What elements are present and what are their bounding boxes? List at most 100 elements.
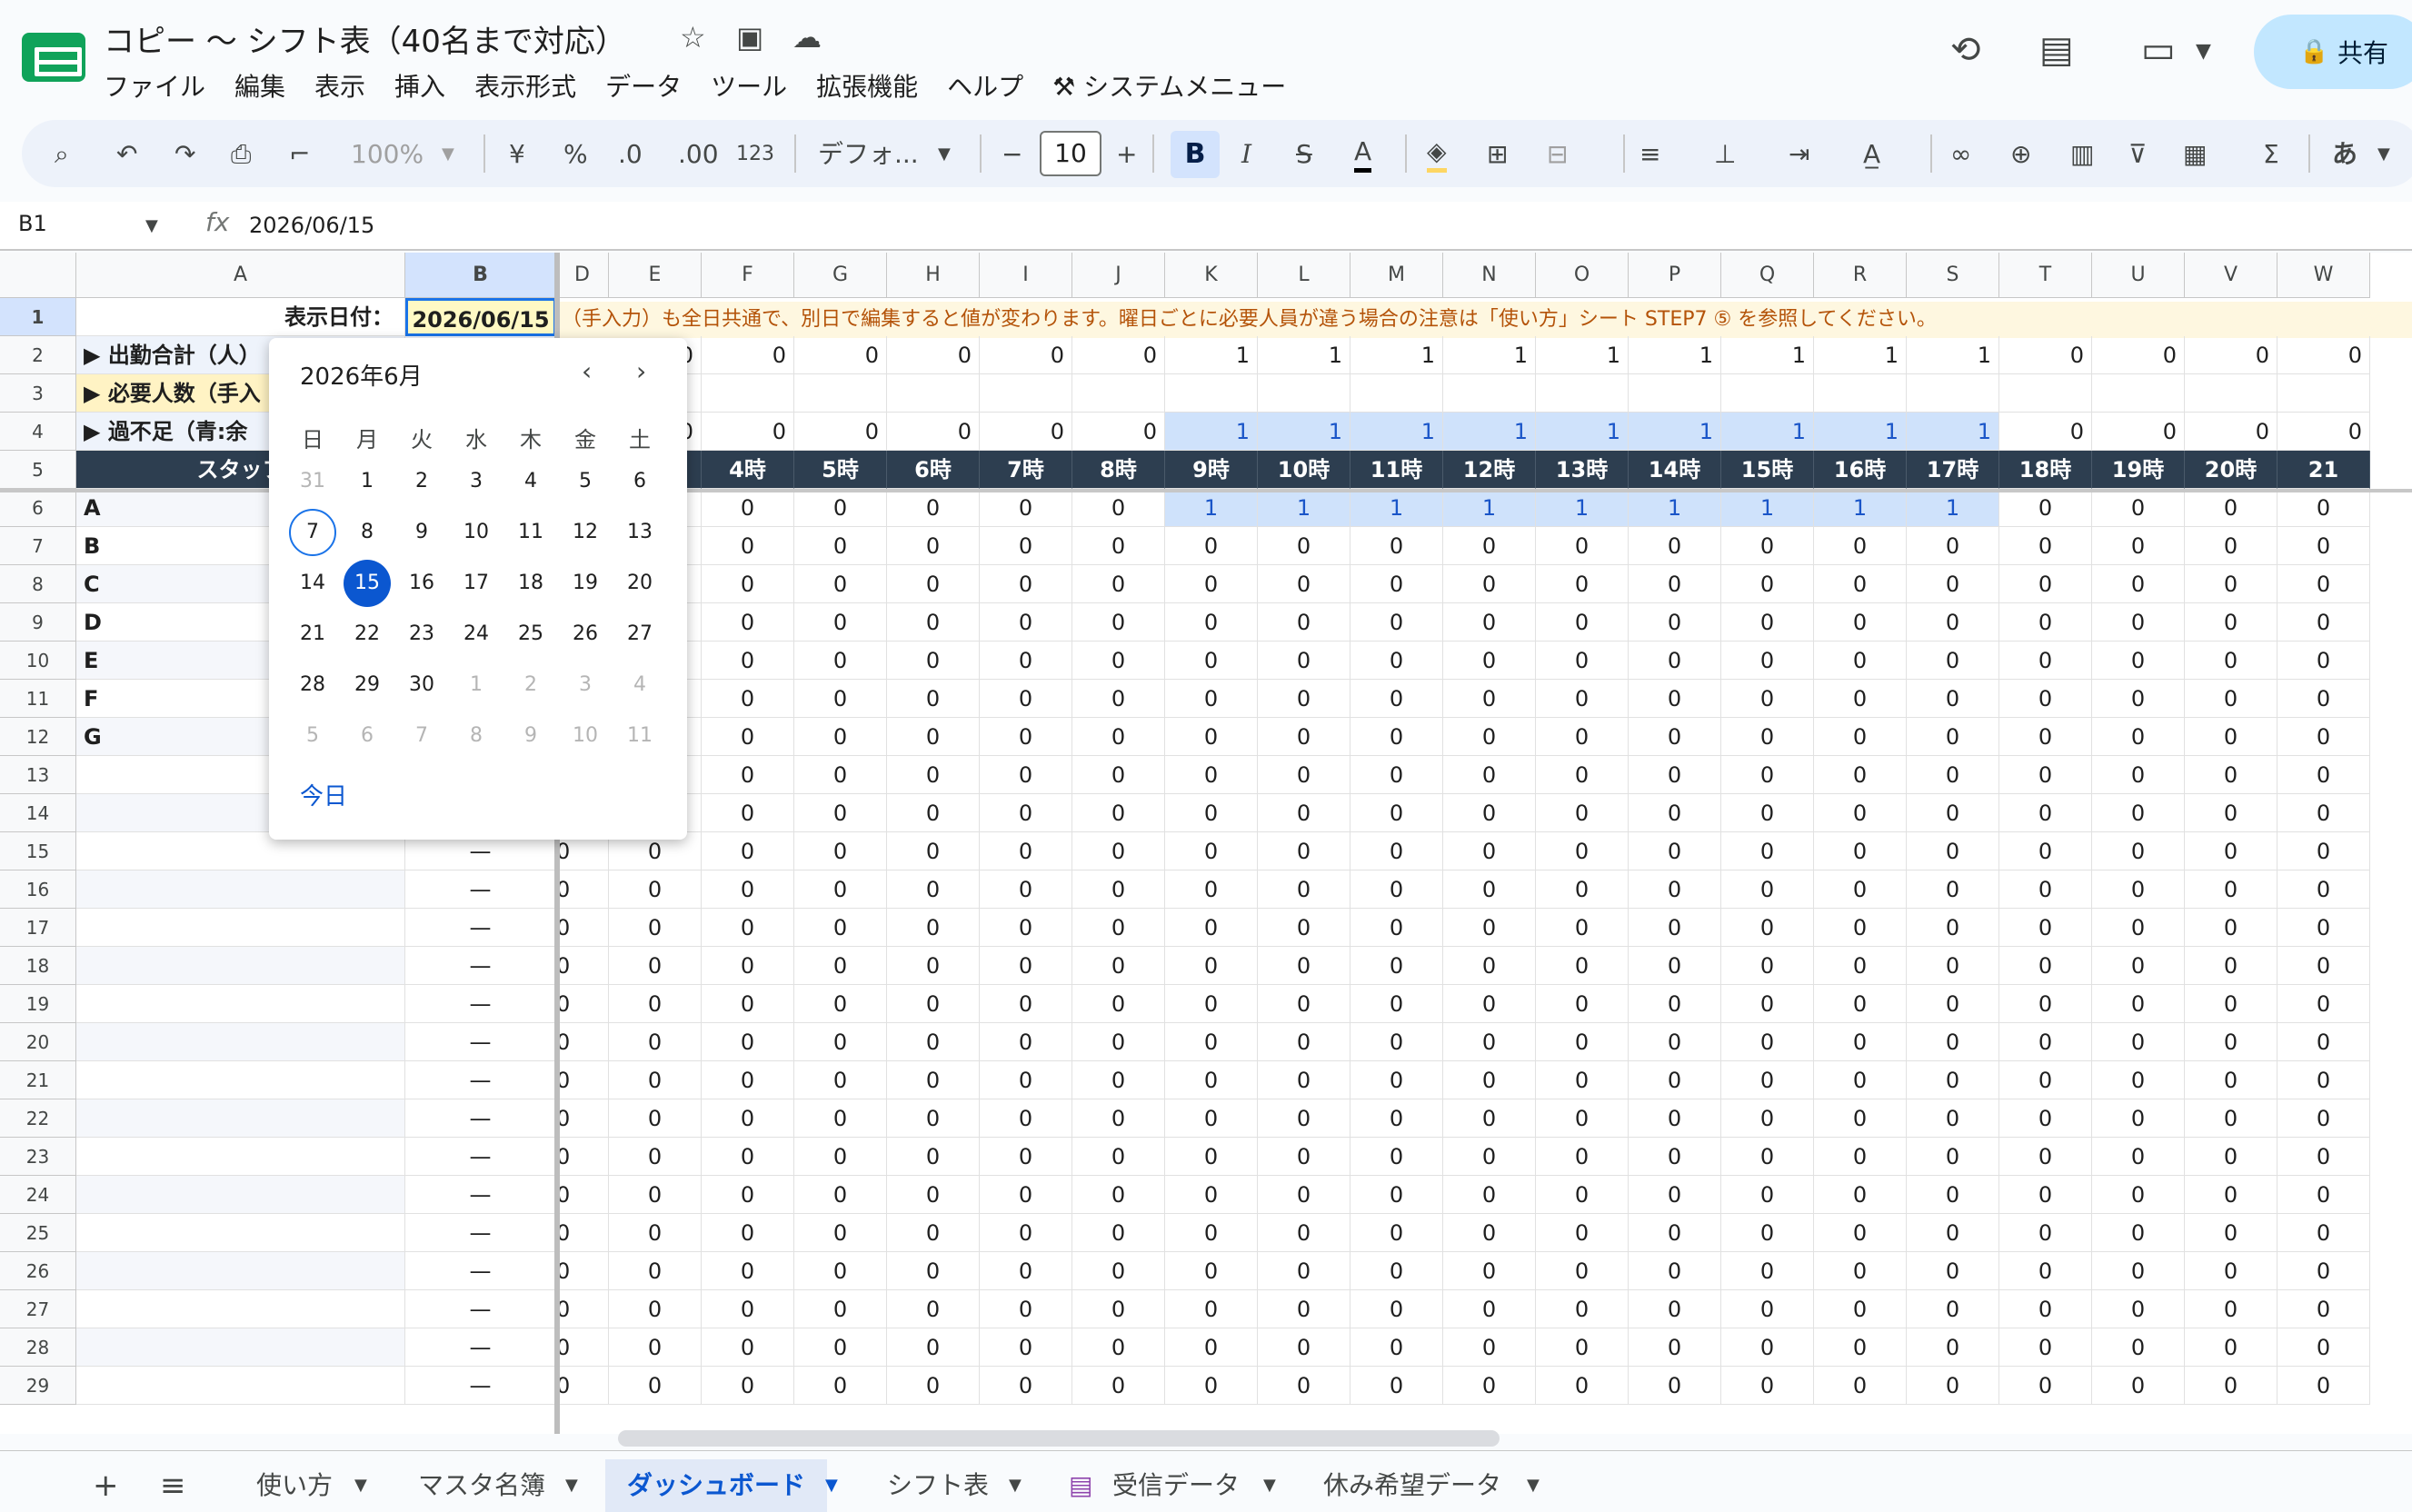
- hour-cell[interactable]: 0: [980, 642, 1072, 680]
- hour-cell[interactable]: 0: [2185, 1061, 2277, 1099]
- hour-cell[interactable]: 0: [556, 947, 609, 985]
- row-header-7[interactable]: 7: [0, 527, 76, 565]
- hour-cell[interactable]: 0: [1999, 794, 2092, 832]
- hour-cell[interactable]: 0: [1536, 527, 1629, 565]
- hour-cell[interactable]: 0: [609, 1023, 702, 1061]
- hour-cell[interactable]: 0: [887, 756, 980, 794]
- hour-cell[interactable]: 0: [2185, 985, 2277, 1023]
- hour-cell[interactable]: 0: [1907, 909, 1999, 947]
- hour-cell[interactable]: 0: [702, 794, 794, 832]
- hour-cell[interactable]: 1: [1814, 489, 1907, 527]
- hour-cell[interactable]: 0: [2277, 527, 2370, 565]
- calendar-day[interactable]: 9: [507, 712, 554, 760]
- star-icon[interactable]: ☆: [680, 20, 706, 55]
- hour-cell[interactable]: 0: [1258, 642, 1351, 680]
- hour-cell[interactable]: 0: [1721, 1061, 1814, 1099]
- hour-cell[interactable]: 0: [1629, 909, 1721, 947]
- hour-cell[interactable]: 0: [887, 1328, 980, 1367]
- hour-cell[interactable]: 1: [1536, 489, 1629, 527]
- hour-cell[interactable]: 0: [1999, 565, 2092, 603]
- merge-cells-icon[interactable]: ⊟: [1547, 136, 1568, 173]
- hour-cell[interactable]: 0: [2277, 565, 2370, 603]
- hour-cell[interactable]: 0: [2185, 527, 2277, 565]
- hour-cell[interactable]: 0: [556, 1290, 609, 1328]
- hour-cell[interactable]: 0: [1351, 909, 1443, 947]
- hour-cell[interactable]: 0: [2185, 642, 2277, 680]
- hour-cell[interactable]: 0: [2185, 832, 2277, 870]
- staff-name[interactable]: [76, 1023, 405, 1061]
- hour-cell[interactable]: 0: [702, 947, 794, 985]
- hour-cell[interactable]: 0: [609, 1138, 702, 1176]
- hour-cell[interactable]: 0: [2277, 1061, 2370, 1099]
- hour-header[interactable]: 18時: [1999, 451, 2092, 489]
- total-cell[interactable]: 0: [1072, 336, 1165, 374]
- row-header-19[interactable]: 19: [0, 985, 76, 1023]
- hour-cell[interactable]: 0: [2185, 1023, 2277, 1061]
- hour-cell[interactable]: 0: [1165, 1138, 1258, 1176]
- hour-cell[interactable]: 0: [1165, 642, 1258, 680]
- hour-cell[interactable]: 0: [1907, 642, 1999, 680]
- hour-cell[interactable]: 0: [1072, 756, 1165, 794]
- hour-cell[interactable]: 0: [2277, 1367, 2370, 1405]
- hour-cell[interactable]: 0: [1907, 1290, 1999, 1328]
- hour-cell[interactable]: 0: [2185, 794, 2277, 832]
- chevron-down-icon[interactable]: ▼: [565, 1459, 578, 1512]
- hour-cell[interactable]: 0: [1258, 527, 1351, 565]
- hour-cell[interactable]: 0: [702, 1252, 794, 1290]
- hour-cell[interactable]: 0: [2277, 985, 2370, 1023]
- row-header-20[interactable]: 20: [0, 1023, 76, 1061]
- hour-cell[interactable]: 0: [1165, 756, 1258, 794]
- hour-cell[interactable]: 0: [1351, 1138, 1443, 1176]
- hour-cell[interactable]: 0: [980, 1214, 1072, 1252]
- hour-cell[interactable]: 0: [1351, 870, 1443, 909]
- row-header-15[interactable]: 15: [0, 832, 76, 870]
- hour-cell[interactable]: 0: [1536, 680, 1629, 718]
- hour-cell[interactable]: 0: [1907, 794, 1999, 832]
- hour-cell[interactable]: 0: [2185, 870, 2277, 909]
- hour-cell[interactable]: 0: [702, 832, 794, 870]
- hour-cell[interactable]: 0: [1443, 794, 1536, 832]
- hour-cell[interactable]: 0: [794, 1138, 887, 1176]
- hour-cell[interactable]: 0: [1907, 1328, 1999, 1367]
- hour-cell[interactable]: 0: [1629, 1290, 1721, 1328]
- hour-cell[interactable]: 0: [609, 1328, 702, 1367]
- undo-icon[interactable]: ↶: [116, 136, 137, 173]
- hour-cell[interactable]: 0: [1536, 603, 1629, 642]
- hour-cell[interactable]: 0: [556, 1099, 609, 1138]
- hour-header[interactable]: 17時: [1907, 451, 1999, 489]
- hour-cell[interactable]: 0: [1629, 1138, 1721, 1176]
- hour-cell[interactable]: 0: [1999, 1290, 2092, 1328]
- hour-cell[interactable]: 0: [1999, 1214, 2092, 1252]
- hour-cell[interactable]: 0: [1721, 947, 1814, 985]
- hour-cell[interactable]: 0: [1351, 642, 1443, 680]
- calendar-day[interactable]: 2: [398, 458, 445, 505]
- hour-header[interactable]: 21: [2277, 451, 2370, 489]
- total-cell[interactable]: 0: [1999, 336, 2092, 374]
- formula-input[interactable]: 2026/06/15: [249, 213, 374, 238]
- hour-cell[interactable]: 0: [1629, 642, 1721, 680]
- required-cell[interactable]: [1907, 374, 1999, 413]
- hour-cell[interactable]: 1: [1907, 489, 1999, 527]
- hour-cell[interactable]: 0: [2092, 1214, 2185, 1252]
- hour-cell[interactable]: 1: [1443, 489, 1536, 527]
- hour-cell[interactable]: 0: [2185, 947, 2277, 985]
- calendar-day[interactable]: 2: [507, 662, 554, 709]
- diff-cell[interactable]: 1: [1351, 413, 1443, 451]
- hour-cell[interactable]: 0: [702, 909, 794, 947]
- row-header-17[interactable]: 17: [0, 909, 76, 947]
- hour-cell[interactable]: 0: [702, 1138, 794, 1176]
- hour-cell[interactable]: 0: [1721, 680, 1814, 718]
- hour-cell[interactable]: 0: [1907, 1138, 1999, 1176]
- total-cell[interactable]: 1: [1629, 336, 1721, 374]
- hour-cell[interactable]: 0: [794, 718, 887, 756]
- staff-flag[interactable]: —: [405, 1099, 556, 1138]
- required-cell[interactable]: [2185, 374, 2277, 413]
- hour-cell[interactable]: 0: [1443, 947, 1536, 985]
- number-format-button[interactable]: 123: [736, 136, 774, 173]
- hour-cell[interactable]: 0: [1443, 1367, 1536, 1405]
- hour-cell[interactable]: 0: [1907, 565, 1999, 603]
- calendar-day[interactable]: 23: [398, 611, 445, 658]
- text-color-icon[interactable]: A: [1354, 136, 1372, 173]
- hour-cell[interactable]: 0: [1443, 718, 1536, 756]
- next-month-icon[interactable]: ›: [636, 356, 646, 386]
